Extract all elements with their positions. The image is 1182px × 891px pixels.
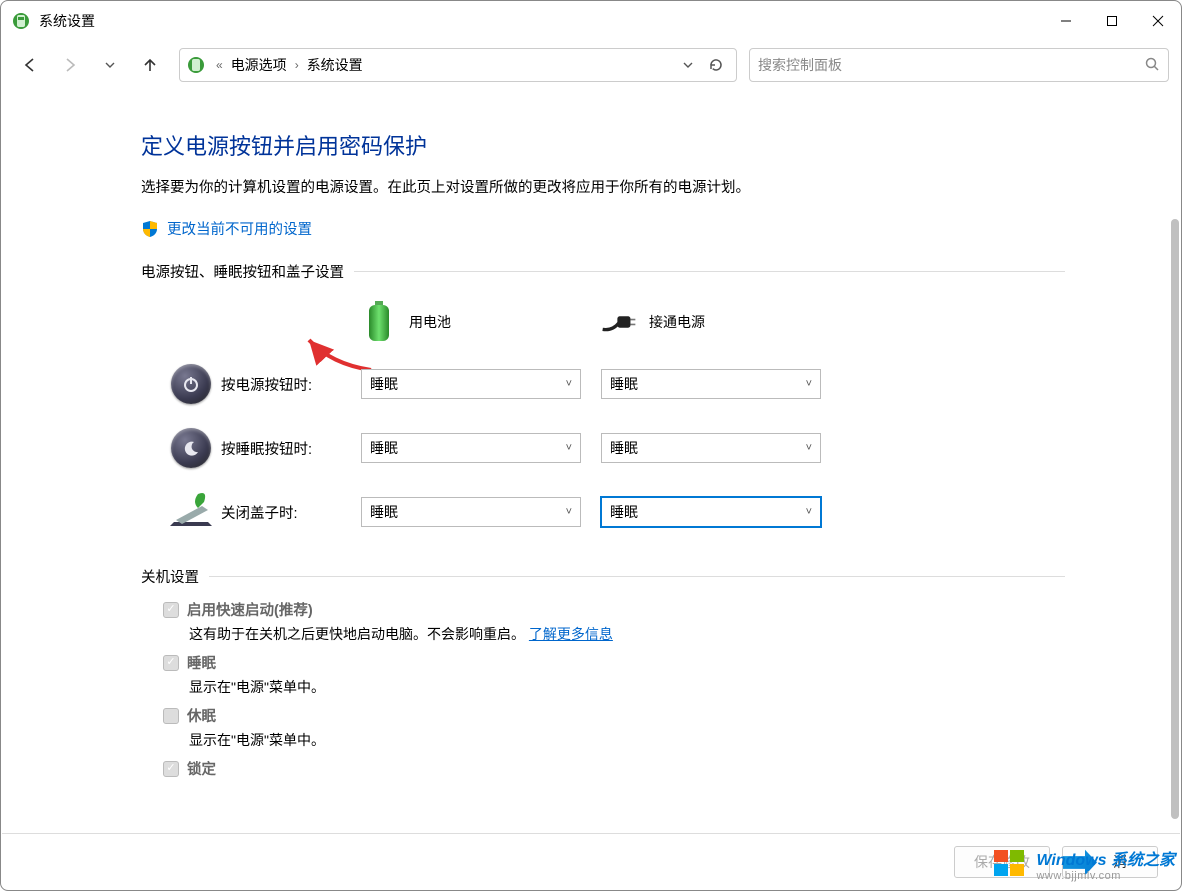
page-title: 定义电源按钮并启用密码保护 <box>141 129 1065 161</box>
address-bar[interactable]: « 电源选项 › 系统设置 <box>179 48 737 82</box>
section-buttons-label: 电源按钮、睡眠按钮和盖子设置 <box>141 261 1065 282</box>
refresh-button[interactable] <box>702 51 730 79</box>
window-title: 系统设置 <box>39 11 95 31</box>
row-lid-close-label: 关闭盖子时: <box>221 502 361 523</box>
option-fast-startup: 启用快速启动(推荐) 这有助于在关机之后更快地启动电脑。不会影响重启。 了解更多… <box>163 599 1065 644</box>
chevron-down-icon: ˅ <box>566 506 572 518</box>
chevron-down-icon: ˅ <box>566 378 572 390</box>
save-button[interactable]: 保存修改 <box>954 846 1050 878</box>
breadcrumb-sep: « <box>210 58 229 72</box>
address-dropdown[interactable] <box>674 51 702 79</box>
option-lock: 锁定 <box>163 758 1065 779</box>
search-input[interactable] <box>758 57 1144 73</box>
shutdown-settings: 启用快速启动(推荐) 这有助于在关机之后更快地启动电脑。不会影响重启。 了解更多… <box>163 599 1065 779</box>
page-description: 选择要为你的计算机设置的电源设置。在此页上对设置所做的更改将应用于你所有的电源计… <box>141 177 1065 200</box>
row-power-button-label: 按电源按钮时: <box>221 374 361 395</box>
select-lid-close-battery[interactable]: 睡眠 ˅ <box>361 497 581 527</box>
power-button-icon <box>171 364 211 404</box>
search-bar[interactable] <box>749 48 1169 82</box>
close-button[interactable] <box>1135 1 1181 41</box>
column-plugged-label: 接通电源 <box>649 312 705 332</box>
maximize-button[interactable] <box>1089 1 1135 41</box>
option-hibernate: 休眠 显示在"电源"菜单中。 <box>163 705 1065 750</box>
row-power-button: 按电源按钮时: 睡眠 ˅ 睡眠 ˅ <box>161 352 1065 416</box>
bottom-bar: 保存修改 消 <box>2 833 1180 889</box>
search-icon <box>1144 56 1160 75</box>
chevron-down-icon: ˅ <box>806 442 812 454</box>
checkbox-hibernate <box>163 708 179 724</box>
chevron-down-icon: ˅ <box>806 378 812 390</box>
breadcrumb-icon <box>186 55 206 75</box>
titlebar: 系统设置 <box>1 1 1181 41</box>
select-lid-close-plugged[interactable]: 睡眠 ˅ <box>601 497 821 527</box>
row-lid-close: 关闭盖子时: 睡眠 ˅ 睡眠 ˅ <box>161 480 1065 544</box>
breadcrumb-item-power-options[interactable]: 电源选项 <box>229 53 289 77</box>
option-sleep: 睡眠 显示在"电源"菜单中。 <box>163 652 1065 697</box>
row-sleep-button: 按睡眠按钮时: 睡眠 ˅ 睡眠 ˅ <box>161 416 1065 480</box>
content-area: 定义电源按钮并启用密码保护 选择要为你的计算机设置的电源设置。在此页上对设置所做… <box>1 89 1181 890</box>
power-table: 用电池 接通电源 <box>161 292 1065 544</box>
chevron-down-icon: ˅ <box>806 506 812 518</box>
sleep-button-icon <box>171 428 211 468</box>
forward-button[interactable] <box>53 48 87 82</box>
lid-close-icon <box>161 492 221 532</box>
select-power-button-plugged[interactable]: 睡眠 ˅ <box>601 369 821 399</box>
change-unavailable-settings-link[interactable]: 更改当前不可用的设置 <box>167 218 312 239</box>
column-battery-label: 用电池 <box>409 312 451 332</box>
select-sleep-button-plugged[interactable]: 睡眠 ˅ <box>601 433 821 463</box>
cancel-button[interactable]: 消 <box>1062 846 1158 878</box>
learn-more-link[interactable]: 了解更多信息 <box>529 626 613 642</box>
toolbar: « 电源选项 › 系统设置 <box>1 41 1181 89</box>
row-sleep-button-label: 按睡眠按钮时: <box>221 438 361 459</box>
breadcrumb-item-system-settings[interactable]: 系统设置 <box>305 53 365 77</box>
scrollbar[interactable] <box>1171 219 1179 819</box>
shield-icon <box>141 220 159 238</box>
app-icon <box>11 11 31 31</box>
window: 系统设置 <box>0 0 1182 891</box>
section-shutdown-label: 关机设置 <box>141 566 1065 587</box>
checkbox-fast-startup <box>163 602 179 618</box>
recent-dropdown[interactable] <box>93 48 127 82</box>
up-button[interactable] <box>133 48 167 82</box>
chevron-down-icon: ˅ <box>566 442 572 454</box>
select-sleep-button-battery[interactable]: 睡眠 ˅ <box>361 433 581 463</box>
admin-link-row: 更改当前不可用的设置 <box>141 218 1065 239</box>
minimize-button[interactable] <box>1043 1 1089 41</box>
checkbox-lock <box>163 761 179 777</box>
select-power-button-battery[interactable]: 睡眠 ˅ <box>361 369 581 399</box>
back-button[interactable] <box>13 48 47 82</box>
battery-icon <box>361 302 397 342</box>
plug-icon <box>601 302 637 342</box>
checkbox-sleep <box>163 655 179 671</box>
chevron-right-icon: › <box>289 58 305 72</box>
